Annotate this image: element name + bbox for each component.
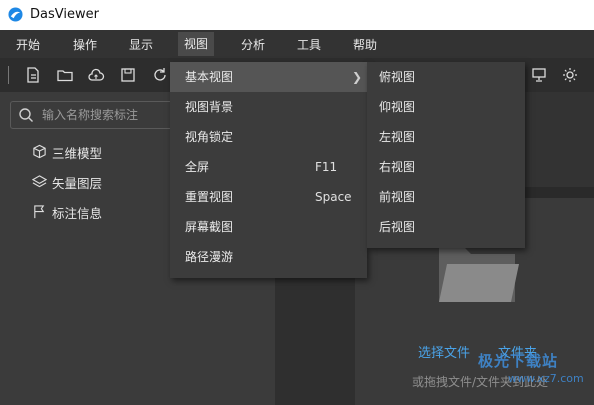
menu-help[interactable]: 帮助 (353, 36, 377, 52)
submenu-item-label: 右视图 (379, 160, 416, 174)
menu-tools[interactable]: 工具 (297, 36, 321, 52)
cube-icon (33, 144, 46, 159)
open-folder-icon[interactable] (56, 66, 74, 84)
layers-icon (32, 175, 47, 188)
submenu-item-bottom-view[interactable]: 仰视图 (367, 92, 525, 122)
window-title: DasViewer (30, 7, 99, 22)
tree-item-label: 三维模型 (52, 146, 103, 161)
menu-item-label: 重置视图 (185, 190, 234, 204)
submenu-item-left-view[interactable]: 左视图 (367, 122, 525, 152)
submenu-item-label: 前视图 (379, 190, 416, 204)
menu-item-label: 全屏 (185, 160, 210, 174)
select-file-link[interactable]: 选择文件 (418, 342, 470, 361)
submenu-item-label: 仰视图 (379, 100, 416, 114)
menu-start[interactable]: 开始 (16, 36, 40, 52)
watermark-text: 极光下载站 (478, 352, 559, 370)
brightness-icon[interactable] (561, 66, 579, 84)
watermark-url: www.xz7.com (508, 372, 584, 385)
menu-bar: 开始 操作 显示 视图 分析 工具 帮助 (0, 30, 594, 58)
menu-item-basic-view[interactable]: 基本视图 ❯ (170, 62, 367, 92)
chevron-right-icon: ❯ (352, 70, 363, 84)
menu-item-view-background[interactable]: 视图背景 (170, 92, 367, 122)
menu-item-label: 视角锁定 (185, 130, 234, 144)
submenu-item-label: 后视图 (379, 220, 416, 234)
menu-analyze[interactable]: 分析 (241, 36, 265, 52)
flag-icon (34, 205, 45, 219)
menu-view[interactable]: 视图 (178, 32, 215, 56)
menu-operate[interactable]: 操作 (73, 36, 97, 52)
tree-item-label: 标注信息 (52, 206, 103, 221)
toolbar-separator (8, 66, 9, 84)
app-logo-icon (8, 7, 23, 22)
menu-item-fullscreen[interactable]: 全屏 F11 (170, 152, 367, 182)
menu-item-path-roam[interactable]: 路径漫游 (170, 242, 367, 272)
submenu-item-back-view[interactable]: 后视图 (367, 212, 525, 242)
submenu-item-top-view[interactable]: 俯视图 (367, 62, 525, 92)
refresh-icon[interactable] (151, 66, 169, 84)
new-file-icon[interactable] (24, 66, 42, 84)
menu-item-label: 屏幕截图 (185, 220, 234, 234)
submenu-item-label: 俯视图 (379, 70, 416, 84)
menu-item-screenshot[interactable]: 屏幕截图 (170, 212, 367, 242)
menu-item-shortcut: Space (315, 190, 352, 204)
search-icon (18, 107, 34, 123)
menu-item-reset-view[interactable]: 重置视图 Space (170, 182, 367, 212)
submenu-item-front-view[interactable]: 前视图 (367, 182, 525, 212)
menu-item-label: 基本视图 (185, 70, 234, 84)
tree-item-label: 矢量图层 (52, 176, 103, 191)
save-icon[interactable] (119, 66, 137, 84)
menu-display[interactable]: 显示 (129, 36, 153, 52)
monitor-icon[interactable] (530, 66, 548, 84)
submenu-item-right-view[interactable]: 右视图 (367, 152, 525, 182)
menu-item-shortcut: F11 (315, 160, 338, 174)
submenu-item-label: 左视图 (379, 130, 416, 144)
menu-item-label: 路径漫游 (185, 250, 234, 264)
cloud-icon[interactable] (87, 66, 105, 84)
menu-item-label: 视图背景 (185, 100, 234, 114)
menu-item-view-lock[interactable]: 视角锁定 (170, 122, 367, 152)
